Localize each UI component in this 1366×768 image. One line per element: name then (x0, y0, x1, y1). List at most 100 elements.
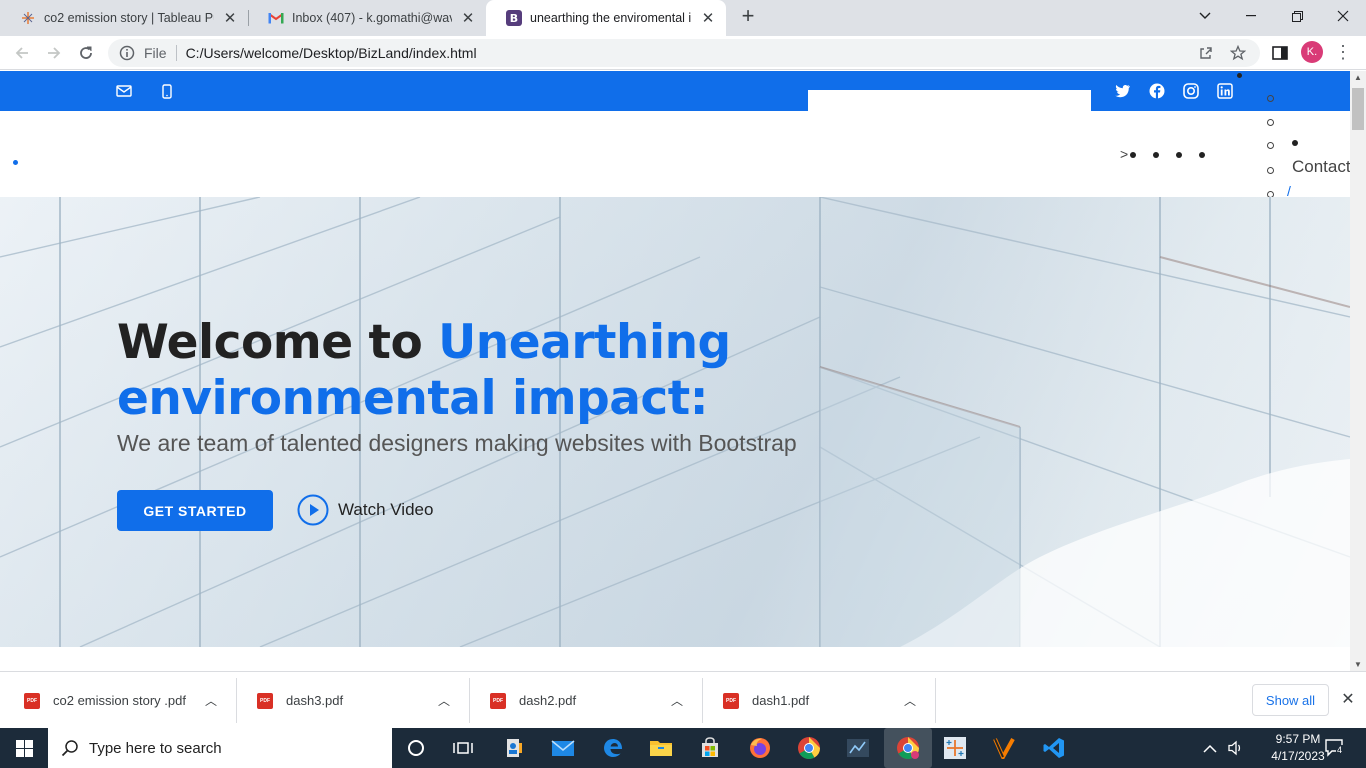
vlc-icon[interactable] (990, 734, 1018, 762)
tab-title: unearthing the enviromental imp (530, 11, 692, 25)
facebook-icon[interactable] (1148, 82, 1166, 100)
pdf-icon: PDF (24, 692, 40, 709)
gmail-icon (268, 10, 284, 26)
svg-text:B: B (510, 12, 518, 25)
chevron-up-icon[interactable]: ︿ (203, 692, 219, 709)
chevron-up-icon[interactable]: ︿ (436, 692, 452, 709)
scrollbar-thumb[interactable] (1352, 88, 1364, 130)
profile-avatar[interactable]: K. (1301, 41, 1323, 63)
edge-icon[interactable] (599, 734, 627, 762)
download-filename: co2 emission story .pdf (53, 693, 186, 708)
get-started-button[interactable]: GET STARTED (117, 490, 273, 531)
bootstrap-icon: B (506, 10, 522, 26)
logo-bullet (13, 160, 18, 165)
minimize-icon[interactable] (1228, 0, 1274, 32)
close-icon[interactable]: ✕ (698, 8, 718, 28)
tab-strip: co2 emission story | Tableau Publ ✕ Inbo… (0, 0, 1366, 36)
nav-sub-bullet[interactable] (1267, 119, 1274, 126)
download-filename: dash2.pdf (519, 693, 577, 708)
nav-gt: > (1120, 146, 1129, 162)
bookmark-star-icon[interactable] (1228, 43, 1248, 63)
tableau-public-icon[interactable] (941, 734, 969, 762)
info-icon[interactable] (119, 45, 135, 61)
share-icon[interactable] (1196, 43, 1216, 63)
side-panel-icon[interactable] (1268, 41, 1292, 65)
site-header (0, 111, 1350, 197)
envelope-icon[interactable] (115, 82, 133, 100)
chrome-icon[interactable] (795, 734, 823, 762)
nav-sub-bullet[interactable] (1267, 142, 1274, 149)
tab-bizland[interactable]: B unearthing the enviromental imp ✕ (486, 0, 726, 36)
download-item[interactable]: PDF co2 emission story .pdf ︿ (4, 678, 237, 723)
close-icon[interactable]: ✕ (1338, 689, 1358, 709)
omnibox-divider (175, 45, 177, 61)
twitter-icon[interactable] (1114, 82, 1132, 100)
tab-title: co2 emission story | Tableau Publ (44, 11, 214, 25)
clock-time: 9:57 PM (1275, 732, 1321, 746)
nav-link-contact[interactable]: Contact (1292, 157, 1351, 177)
close-icon[interactable]: ✕ (220, 8, 240, 28)
tableau-app-icon[interactable] (844, 734, 872, 762)
nav-bullet[interactable] (1130, 152, 1136, 158)
chevron-up-icon[interactable]: ︿ (902, 692, 918, 709)
back-icon[interactable] (10, 41, 34, 65)
tab-gmail[interactable]: Inbox (407) - k.gomathi@wavoo ✕ (248, 0, 486, 36)
taskbar-search-input[interactable]: Type here to search (48, 728, 392, 768)
close-icon[interactable]: ✕ (458, 8, 478, 28)
contacts-icon[interactable] (500, 734, 528, 762)
vscode-icon[interactable] (1040, 734, 1068, 762)
windows-start-icon[interactable] (0, 728, 48, 768)
volume-icon[interactable] (1227, 728, 1245, 768)
taskbar-clock[interactable]: 9:57 PM 4/17/2023 (1268, 731, 1328, 765)
hero-title-prefix: Welcome to (117, 315, 439, 370)
watch-video-link[interactable]: Watch Video (297, 494, 433, 526)
search-icon (61, 740, 78, 757)
chevron-up-icon[interactable]: ︿ (669, 692, 685, 709)
store-icon[interactable] (696, 734, 724, 762)
download-item[interactable]: PDF dash1.pdf ︿ (703, 678, 936, 723)
hero-section: Welcome to Unearthing environmental impa… (0, 197, 1350, 647)
notification-count: 4 (1336, 745, 1344, 755)
task-view-icon[interactable] (449, 734, 477, 762)
nav-bullet[interactable] (1153, 152, 1159, 158)
tab-tableau[interactable]: co2 emission story | Tableau Publ ✕ (0, 0, 248, 36)
nav-bullet[interactable] (1176, 152, 1182, 158)
chrome-profile-icon[interactable] (884, 728, 932, 768)
download-item[interactable]: PDF dash3.pdf ︿ (237, 678, 470, 723)
new-tab-button[interactable]: + (736, 5, 760, 29)
mail-icon[interactable] (549, 734, 577, 762)
tray-chevron-icon[interactable] (1203, 728, 1217, 768)
restore-icon[interactable] (1274, 0, 1320, 32)
page-viewport: > Contact / Welcome to Unearthing enviro… (0, 71, 1366, 671)
firefox-icon[interactable] (746, 734, 774, 762)
download-filename: dash3.pdf (286, 693, 344, 708)
nav-bullet[interactable] (1292, 140, 1298, 146)
notification-center-icon[interactable]: 4 (1324, 728, 1346, 768)
show-all-button[interactable]: Show all (1252, 684, 1329, 716)
nav-sub-bullet[interactable] (1267, 167, 1274, 174)
url-text[interactable]: C:/Users/welcome/Desktop/BizLand/index.h… (186, 45, 477, 61)
hero-subtitle: We are team of talented designers making… (117, 430, 797, 456)
nav-sub-bullet[interactable] (1267, 95, 1274, 102)
nav-bullet[interactable] (1199, 152, 1205, 158)
linkedin-icon[interactable] (1216, 82, 1234, 100)
close-window-icon[interactable] (1320, 0, 1366, 32)
tab-title: Inbox (407) - k.gomathi@wavoo (292, 11, 452, 25)
search-placeholder: Type here to search (89, 739, 222, 757)
cortana-icon[interactable] (402, 734, 430, 762)
download-item[interactable]: PDF dash2.pdf ︿ (470, 678, 703, 723)
file-explorer-icon[interactable] (647, 734, 675, 762)
pdf-icon: PDF (723, 692, 739, 709)
scroll-down-icon[interactable]: ▼ (1354, 660, 1362, 669)
topbar-blank-area (808, 90, 1091, 111)
tab-search-icon[interactable] (1182, 0, 1228, 32)
reload-icon[interactable] (74, 41, 98, 65)
scroll-up-icon[interactable]: ▲ (1354, 73, 1362, 82)
instagram-icon[interactable] (1182, 82, 1200, 100)
more-menu-icon[interactable]: ⋮ (1334, 41, 1352, 63)
play-icon (297, 494, 329, 526)
page-scrollbar[interactable]: ▲ ▼ (1350, 71, 1366, 671)
address-bar[interactable]: File C:/Users/welcome/Desktop/BizLand/in… (108, 39, 1260, 67)
phone-icon[interactable] (158, 82, 176, 100)
forward-icon[interactable] (42, 41, 66, 65)
